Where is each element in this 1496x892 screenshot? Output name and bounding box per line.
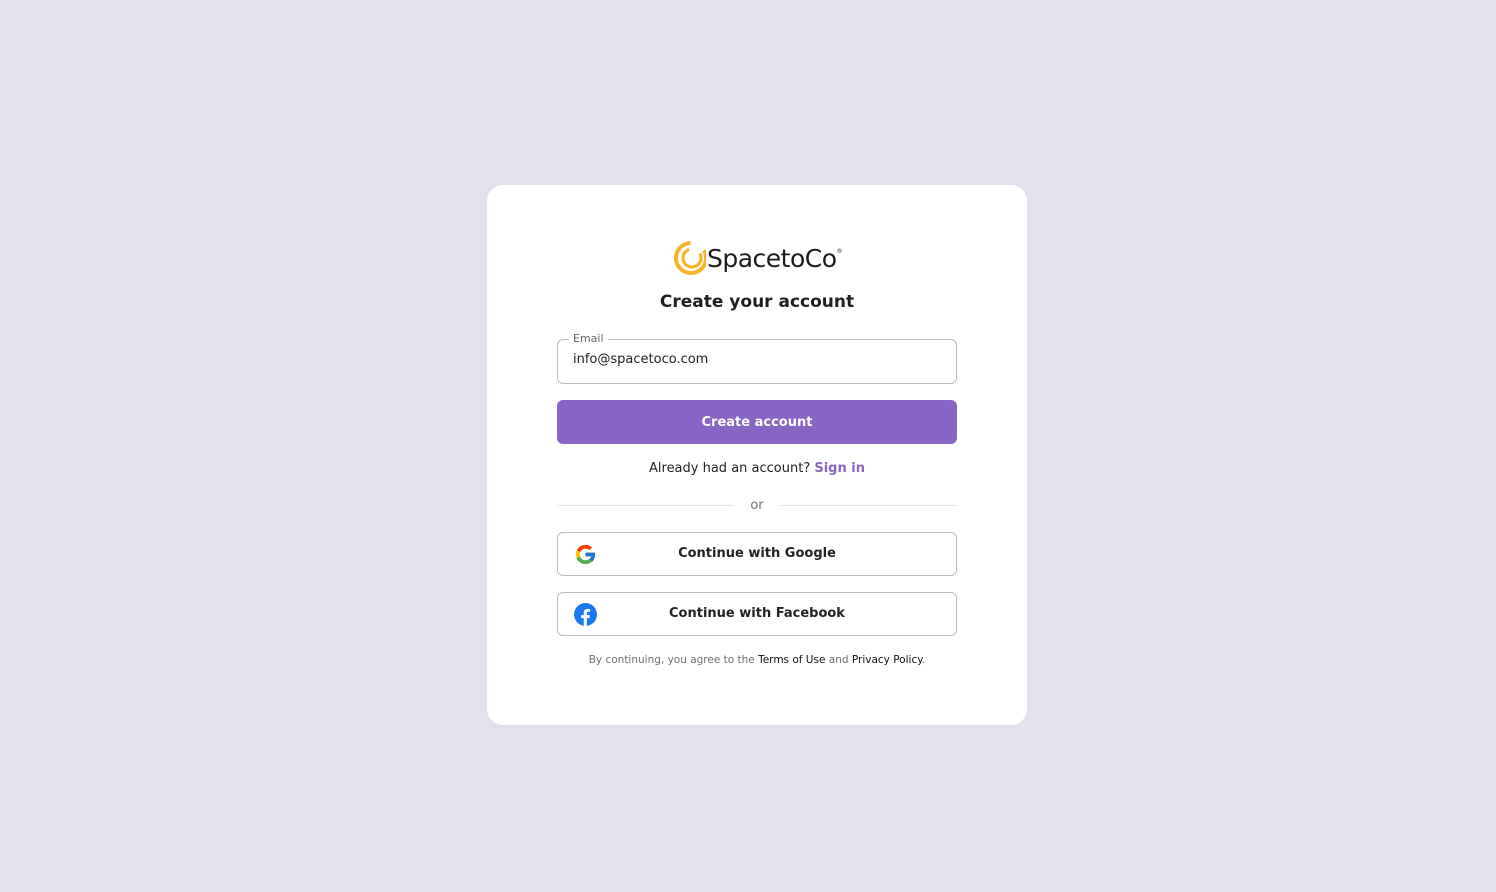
terms-prefix: By continuing, you agree to the xyxy=(588,654,759,666)
signin-prompt: Already had an account? xyxy=(649,461,815,476)
or-divider: or xyxy=(557,497,957,513)
brand-logo: SpacetoCo® xyxy=(487,237,1027,279)
signin-link[interactable]: Sign in xyxy=(814,461,865,476)
divider-line-left xyxy=(557,504,735,506)
email-field[interactable]: Email xyxy=(557,331,957,384)
facebook-button-label: Continue with Facebook xyxy=(669,606,845,621)
signup-card: SpacetoCo® Create your account Email Cre… xyxy=(487,185,1027,725)
divider-label: or xyxy=(750,497,764,513)
terms-middle: and xyxy=(825,654,852,666)
signin-row: Already had an account? Sign in xyxy=(487,461,1027,476)
terms-notice: By continuing, you agree to the Terms of… xyxy=(487,654,1027,666)
google-button-label: Continue with Google xyxy=(678,546,836,561)
divider-line-right xyxy=(779,504,957,506)
page-title: Create your account xyxy=(659,292,855,312)
continue-with-google-button[interactable]: Continue with Google xyxy=(557,532,957,576)
privacy-policy-link[interactable]: Privacy Policy xyxy=(852,654,922,666)
logo-wordmark: SpacetoCo® xyxy=(706,243,843,273)
email-input[interactable] xyxy=(573,352,933,367)
terms-suffix: . xyxy=(921,654,926,666)
email-label: Email xyxy=(569,331,608,347)
terms-of-use-link[interactable]: Terms of Use xyxy=(758,654,825,666)
spacetoco-logo-icon xyxy=(673,241,706,275)
continue-with-facebook-button[interactable]: Continue with Facebook xyxy=(557,592,957,636)
create-account-button[interactable]: Create account xyxy=(557,400,957,444)
